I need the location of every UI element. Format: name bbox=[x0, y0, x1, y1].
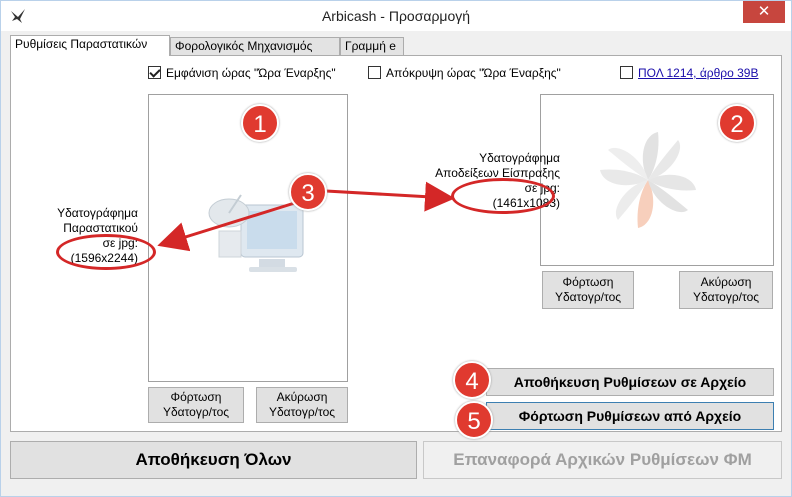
settings-window: Arbicash - Προσαρμογή ✕ Ρυθμίσεις Παραστ… bbox=[0, 0, 792, 497]
arrow-to-right-label bbox=[325, 181, 455, 212]
marker-2: 2 bbox=[718, 104, 756, 142]
marker-4: 4 bbox=[453, 361, 491, 399]
marker-5: 5 bbox=[455, 401, 493, 439]
arrow-to-left-label bbox=[157, 199, 302, 252]
left-size-highlight bbox=[56, 234, 156, 270]
right-size-highlight bbox=[451, 178, 555, 214]
marker-3: 3 bbox=[289, 173, 327, 211]
marker-1: 1 bbox=[241, 104, 279, 142]
